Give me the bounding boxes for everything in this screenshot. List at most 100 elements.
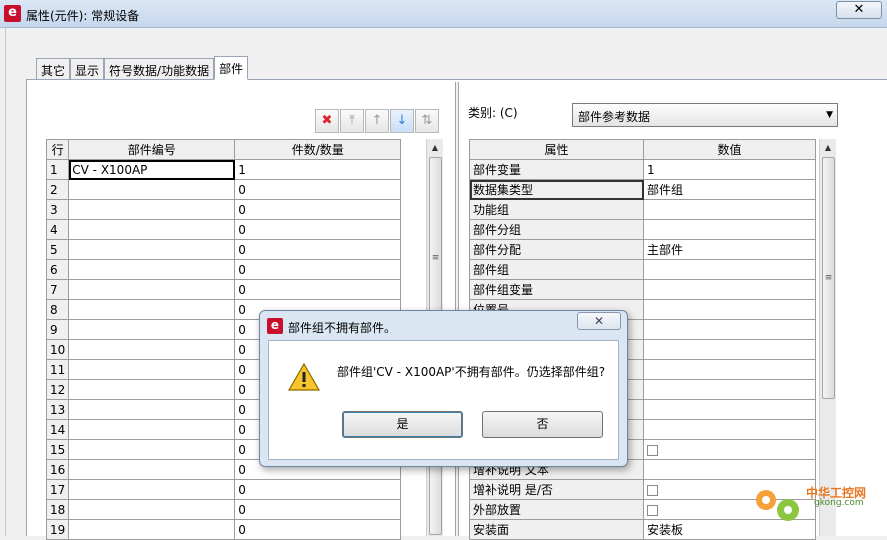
quantity-cell[interactable]: 0: [234, 279, 402, 300]
part-number-cell[interactable]: [68, 319, 236, 340]
table-row[interactable]: 17 0: [45, 479, 402, 500]
table-row[interactable]: 60: [45, 259, 402, 280]
part-number-cell[interactable]: [68, 519, 236, 540]
column-header-row[interactable]: 行: [45, 139, 70, 160]
part-number-cell[interactable]: [68, 399, 236, 420]
part-number-cell[interactable]: CV - X100AP: [68, 159, 236, 180]
part-number-cell[interactable]: [68, 419, 236, 440]
part-number-cell[interactable]: [68, 199, 236, 220]
tab-other[interactable]: 其它: [36, 58, 71, 80]
column-header-property[interactable]: 属性: [469, 139, 644, 160]
row-number: 5: [45, 239, 70, 260]
property-value-cell[interactable]: [643, 259, 816, 280]
property-name-cell[interactable]: 功能组: [469, 199, 644, 220]
property-name-cell[interactable]: 外部放置: [469, 499, 644, 520]
window-close-button[interactable]: ✕: [836, 1, 882, 19]
table-row[interactable]: 19 0: [45, 519, 402, 540]
part-number-cell[interactable]: [68, 179, 236, 200]
column-header-part-number[interactable]: 部件编号: [68, 139, 236, 160]
property-name-cell[interactable]: 部件分组: [469, 219, 644, 240]
table-row[interactable]: 功能组: [469, 199, 816, 220]
table-row[interactable]: 1 CV - X100AP 1: [45, 159, 402, 180]
property-name-cell[interactable]: 安装面: [469, 519, 644, 540]
property-value-cell[interactable]: 1: [643, 159, 816, 180]
scroll-thumb[interactable]: ≡: [822, 157, 835, 399]
scroll-up-icon[interactable]: ▲: [427, 139, 443, 156]
move-to-top-icon[interactable]: ⤒: [340, 109, 364, 133]
properties-table-scrollbar[interactable]: ▲ ≡: [819, 139, 836, 536]
property-value-cell[interactable]: [643, 459, 816, 480]
property-value-cell[interactable]: [643, 399, 816, 420]
property-name-cell[interactable]: 增补说明 是/否: [469, 479, 644, 500]
quantity-cell[interactable]: 0: [234, 219, 402, 240]
part-number-cell[interactable]: [68, 339, 236, 360]
yes-button[interactable]: 是: [342, 411, 463, 438]
part-number-cell[interactable]: [68, 359, 236, 380]
part-number-cell[interactable]: [68, 299, 236, 320]
quantity-cell[interactable]: 0: [234, 499, 402, 520]
table-row[interactable]: 50: [45, 239, 402, 260]
property-value-cell[interactable]: [643, 339, 816, 360]
tab-display[interactable]: 显示: [70, 58, 105, 80]
property-name-cell[interactable]: 部件组: [469, 259, 644, 280]
quantity-cell[interactable]: 0: [234, 259, 402, 280]
part-number-cell[interactable]: [68, 259, 236, 280]
part-number-cell[interactable]: [68, 439, 236, 460]
table-row[interactable]: 20: [45, 179, 402, 200]
table-row[interactable]: 30: [45, 199, 402, 220]
property-value-cell[interactable]: 主部件: [643, 239, 816, 260]
swap-order-icon[interactable]: ⇅: [415, 109, 439, 133]
part-number-cell[interactable]: [68, 239, 236, 260]
quantity-cell[interactable]: 0: [234, 179, 402, 200]
property-value-cell[interactable]: [643, 379, 816, 400]
table-row[interactable]: 部件分配 主部件: [469, 239, 816, 260]
delete-row-icon[interactable]: ✖: [315, 109, 339, 133]
quantity-cell[interactable]: 0: [234, 199, 402, 220]
part-number-cell[interactable]: [68, 499, 236, 520]
quantity-cell[interactable]: 1: [234, 159, 402, 180]
no-button[interactable]: 否: [482, 411, 603, 438]
property-name-cell[interactable]: 部件组变量: [469, 279, 644, 300]
splitter[interactable]: [455, 82, 459, 536]
column-header-quantity[interactable]: 件数/数量: [234, 139, 402, 160]
tab-symbol-function-data[interactable]: 符号数据/功能数据: [104, 58, 215, 80]
property-value-cell[interactable]: 部件组: [643, 179, 816, 200]
table-row[interactable]: 部件组: [469, 259, 816, 280]
part-number-cell[interactable]: [68, 379, 236, 400]
property-value-cell[interactable]: [643, 219, 816, 240]
column-header-value[interactable]: 数值: [643, 139, 816, 160]
move-down-icon[interactable]: ↓: [390, 109, 414, 133]
property-value-cell[interactable]: [643, 319, 816, 340]
category-select[interactable]: 部件参考数据 ▼: [572, 103, 838, 127]
quantity-cell[interactable]: 0: [234, 239, 402, 260]
dialog-close-button[interactable]: ✕: [577, 312, 621, 330]
table-row[interactable]: 70: [45, 279, 402, 300]
scroll-up-icon[interactable]: ▲: [820, 139, 836, 156]
property-value-cell[interactable]: [643, 359, 816, 380]
property-name-cell[interactable]: 部件分配: [469, 239, 644, 260]
checkbox[interactable]: [647, 444, 658, 456]
table-row[interactable]: 数据集类型 部件组: [469, 179, 816, 200]
table-row[interactable]: 部件组变量: [469, 279, 816, 300]
table-row[interactable]: 部件变量 1: [469, 159, 816, 180]
move-up-icon[interactable]: ↑: [365, 109, 389, 133]
quantity-cell[interactable]: 0: [234, 479, 402, 500]
part-number-cell[interactable]: [68, 279, 236, 300]
property-name-cell[interactable]: 部件变量: [469, 159, 644, 180]
checkbox[interactable]: [647, 504, 658, 516]
table-row[interactable]: 部件分组: [469, 219, 816, 240]
property-value-cell[interactable]: [643, 199, 816, 220]
part-number-cell[interactable]: [68, 479, 236, 500]
checkbox[interactable]: [647, 484, 658, 496]
property-value-cell[interactable]: [643, 279, 816, 300]
part-number-cell[interactable]: [68, 219, 236, 240]
property-value-cell[interactable]: [643, 439, 816, 460]
tab-parts[interactable]: 部件: [214, 56, 249, 80]
property-value-cell[interactable]: [643, 419, 816, 440]
property-value-cell[interactable]: [643, 299, 816, 320]
part-number-cell[interactable]: [68, 459, 236, 480]
table-row[interactable]: 18 0: [45, 499, 402, 520]
quantity-cell[interactable]: 0: [234, 519, 402, 540]
property-name-cell[interactable]: 数据集类型: [469, 179, 644, 200]
table-row[interactable]: 40: [45, 219, 402, 240]
